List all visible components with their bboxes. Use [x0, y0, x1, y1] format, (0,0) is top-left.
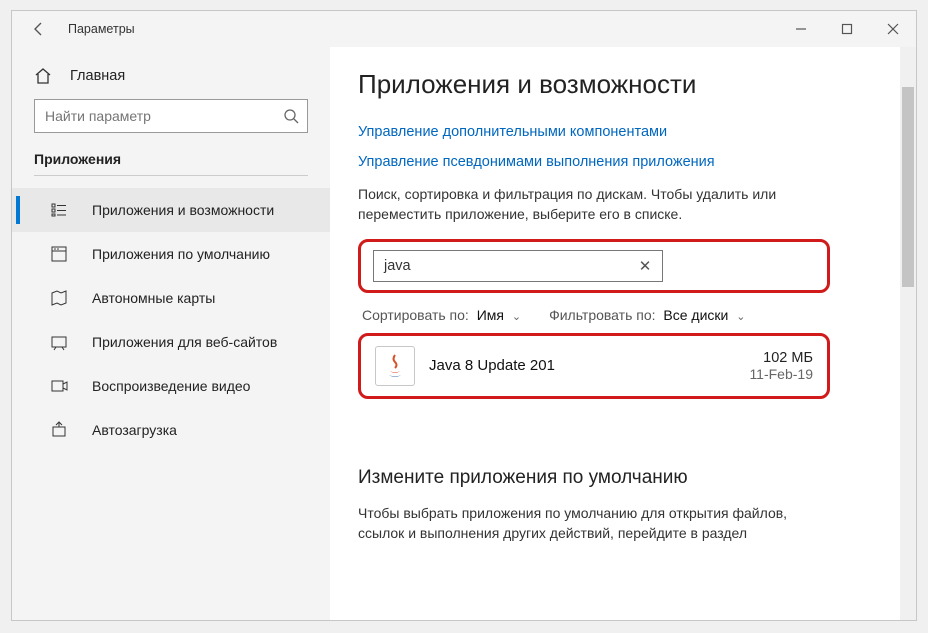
app-size: 102 МБ — [749, 350, 813, 366]
sidebar-group-label: Приложения — [12, 151, 330, 175]
scrollbar-thumb[interactable] — [902, 87, 914, 287]
nav-label: Автономные карты — [92, 290, 215, 306]
map-icon — [50, 289, 70, 307]
sidebar-nav: Приложения и возможности Приложения по у… — [12, 184, 330, 452]
search-icon — [283, 108, 299, 124]
sidebar-item-video-playback[interactable]: Воспроизведение видео — [12, 364, 330, 408]
maximize-button[interactable] — [824, 11, 870, 47]
nav-label: Приложения и возможности — [92, 202, 274, 218]
app-name: Java 8 Update 201 — [429, 357, 749, 374]
nav-label: Приложения по умолчанию — [92, 246, 270, 262]
sidebar-item-apps-features[interactable]: Приложения и возможности — [12, 188, 330, 232]
settings-window: Параметры Главная — [11, 10, 917, 621]
section-heading: Измените приложения по умолчанию — [358, 467, 876, 489]
sidebar-search-field[interactable] — [45, 108, 283, 124]
link-icon — [50, 333, 70, 351]
app-meta: 102 МБ 11-Feb-19 — [749, 350, 813, 382]
startup-icon — [50, 421, 70, 439]
video-icon — [50, 377, 70, 395]
chevron-down-icon: ⌄ — [736, 311, 745, 323]
link-execution-aliases[interactable]: Управление псевдонимами выполнения прило… — [358, 154, 876, 170]
sort-dropdown[interactable]: Сортировать по: Имя ⌄ — [362, 307, 521, 323]
app-list-item[interactable]: Java 8 Update 201 102 МБ 11-Feb-19 — [358, 333, 830, 399]
filter-dropdown[interactable]: Фильтровать по: Все диски ⌄ — [549, 307, 745, 323]
window-controls — [778, 11, 916, 47]
java-icon — [375, 346, 415, 386]
main-panel: Приложения и возможности Управление допо… — [330, 47, 916, 620]
list-icon — [50, 201, 70, 219]
search-highlight: java ✕ — [358, 239, 830, 293]
back-button[interactable] — [24, 14, 54, 44]
nav-label: Воспроизведение видео — [92, 378, 250, 394]
titlebar: Параметры — [12, 11, 916, 47]
sidebar-item-offline-maps[interactable]: Автономные карты — [12, 276, 330, 320]
app-info: Java 8 Update 201 — [429, 357, 749, 374]
default-apps-section: Измените приложения по умолчанию Чтобы в… — [358, 467, 876, 544]
section-text: Чтобы выбрать приложения по умолчанию дл… — [358, 503, 828, 544]
app-search-input[interactable]: java ✕ — [373, 250, 663, 282]
minimize-button[interactable] — [778, 11, 824, 47]
nav-label: Приложения для веб-сайтов — [92, 334, 277, 350]
home-label: Главная — [70, 68, 125, 84]
sidebar-item-default-apps[interactable]: Приложения по умолчанию — [12, 232, 330, 276]
sort-filter-row: Сортировать по: Имя ⌄ Фильтровать по: Вс… — [358, 299, 876, 333]
window-title: Параметры — [68, 22, 135, 36]
nav-label: Автозагрузка — [92, 422, 177, 438]
page-title: Приложения и возможности — [358, 69, 876, 100]
description-text: Поиск, сортировка и фильтрация по дискам… — [358, 184, 828, 225]
scrollbar[interactable] — [900, 47, 916, 620]
sidebar-item-home[interactable]: Главная — [12, 61, 330, 99]
sidebar-search-input[interactable] — [34, 99, 308, 133]
sidebar-item-startup[interactable]: Автозагрузка — [12, 408, 330, 452]
sidebar-item-web-apps[interactable]: Приложения для веб-сайтов — [12, 320, 330, 364]
close-button[interactable] — [870, 11, 916, 47]
home-icon — [34, 67, 52, 85]
link-optional-features[interactable]: Управление дополнительными компонентами — [358, 124, 876, 140]
defaults-icon — [50, 245, 70, 263]
sidebar: Главная Приложения Приложения и возмож — [12, 47, 330, 620]
app-search-value: java — [384, 258, 634, 274]
app-date: 11-Feb-19 — [749, 366, 813, 382]
clear-icon[interactable]: ✕ — [634, 257, 656, 275]
chevron-down-icon: ⌄ — [512, 311, 521, 323]
